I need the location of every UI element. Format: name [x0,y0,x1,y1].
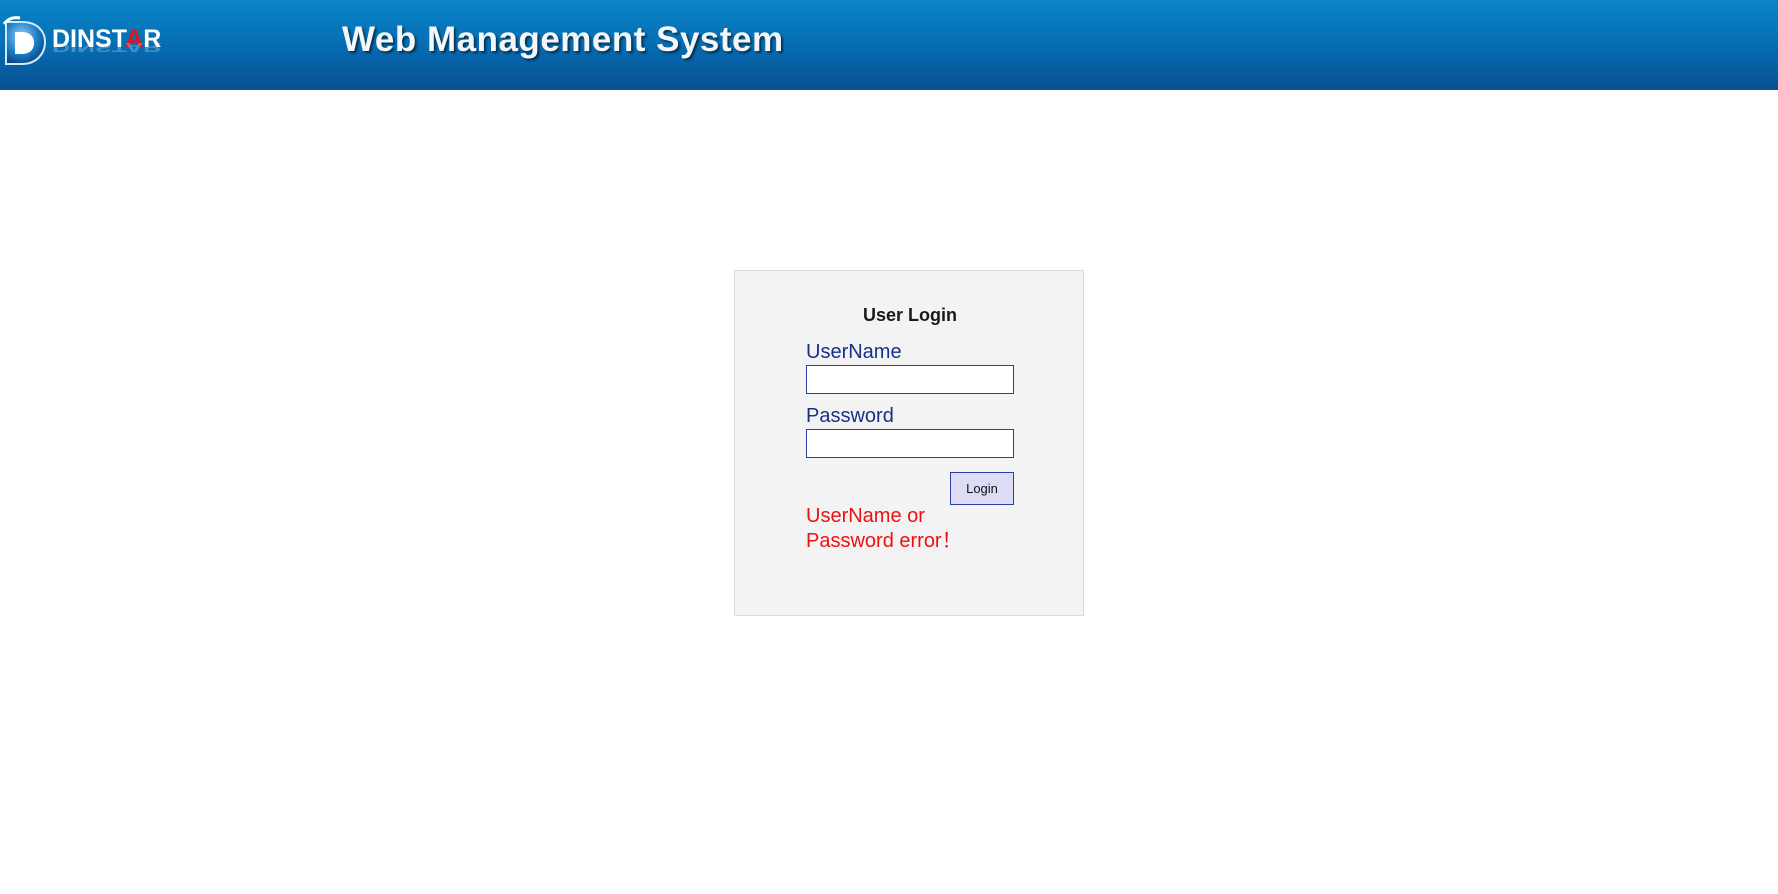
header-bar: DINSTAR DINSTAR Web Management System [0,0,1778,90]
logo-reflection: DINSTAR [52,40,162,54]
password-input[interactable] [806,429,1014,458]
login-button[interactable]: Login [950,472,1014,505]
dinstar-d-logo-icon [2,16,46,65]
username-input[interactable] [806,365,1014,394]
app-title: Web Management System [342,20,784,59]
password-label: Password [806,405,894,427]
login-error-message: UserName or Password error！ [806,505,962,552]
dinstar-logo: DINSTAR DINSTAR [0,10,175,80]
login-panel: User Login UserName Password Login UserN… [734,270,1084,616]
username-label: UserName [806,341,902,363]
login-title: User Login [862,305,957,325]
